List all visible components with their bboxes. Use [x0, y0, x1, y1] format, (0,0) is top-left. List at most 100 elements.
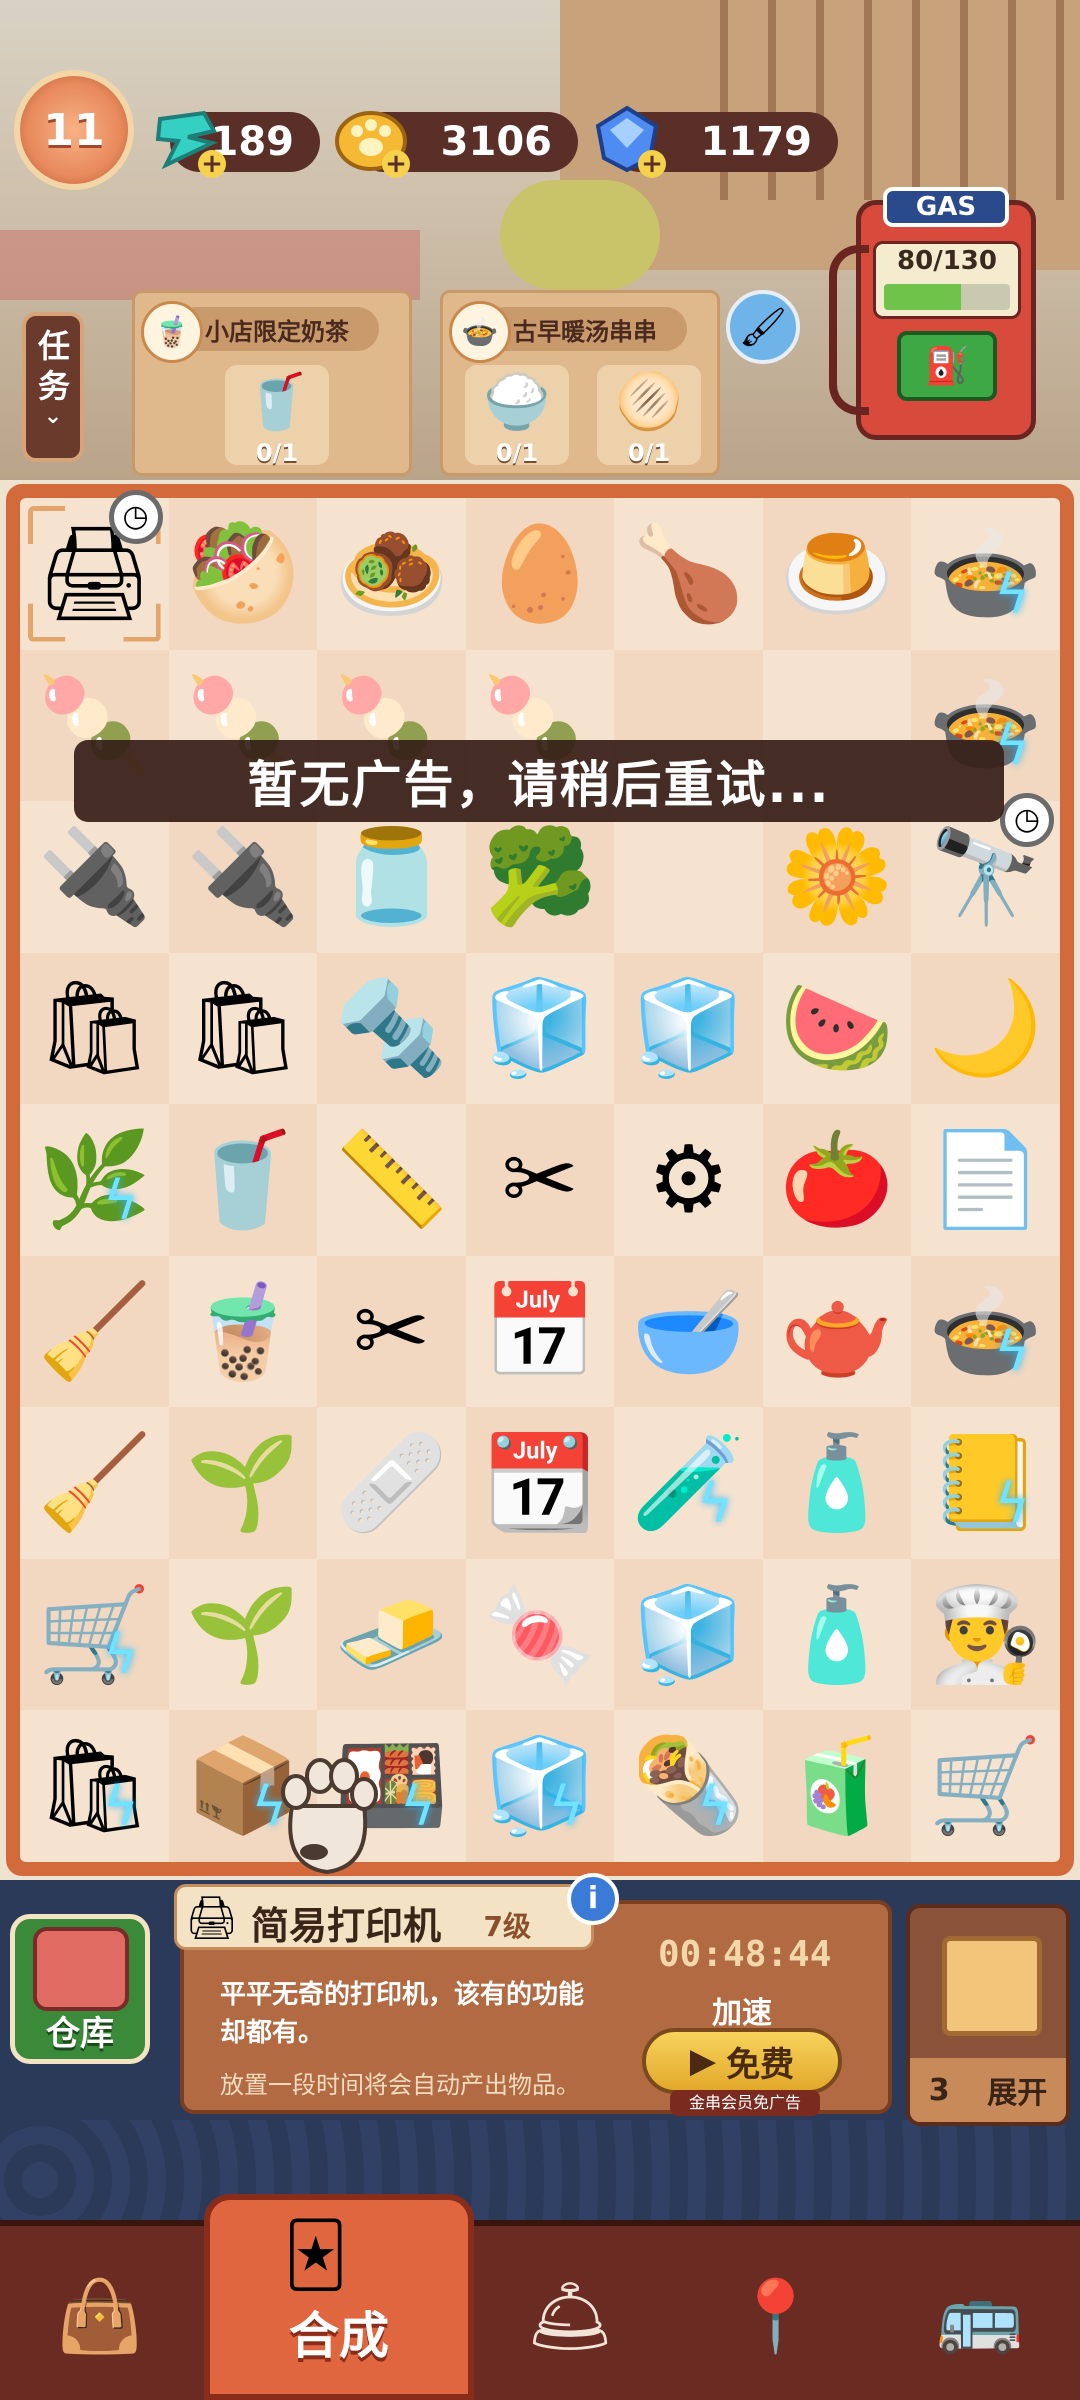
gas-pump[interactable]: GAS 80/130 ⛽	[829, 187, 1036, 440]
board-cell-seedling[interactable]: 🌱	[168, 1407, 318, 1559]
board-cell-notepad-bolt[interactable]: 📒 ϟ	[911, 1407, 1060, 1559]
board-cell-hotpot-bolt[interactable]: 🍲 ϟ	[911, 498, 1060, 650]
nav-merge[interactable]: 🃏 合成	[204, 2194, 474, 2400]
nav-bus[interactable]: 🚌	[920, 2256, 1040, 2376]
board-cell-bowl[interactable]: 🥣	[614, 1255, 763, 1408]
board-cell-gears[interactable]: ⚙	[614, 1104, 763, 1256]
board-cell-dustpan[interactable]: 🧹	[20, 1255, 169, 1408]
gem-plus-icon[interactable]: +	[638, 150, 666, 178]
board-cell-sprout[interactable]: 🌱	[169, 1559, 318, 1711]
board-cell-paper-scraps[interactable]: 📄	[911, 1104, 1060, 1256]
order-item[interactable]: 🍚 0/1	[465, 365, 569, 467]
energy-counter[interactable]: + 189	[155, 110, 320, 178]
board-cell-butter[interactable]: 🧈	[317, 1558, 466, 1711]
sugar-cube-icon: 🧊	[482, 974, 598, 1082]
board-cell-hand-truck[interactable]: 🛒	[911, 1710, 1060, 1862]
shopping-bag-icon: 👜	[56, 2274, 144, 2357]
board-cell-screw[interactable]: 🔩	[317, 952, 466, 1105]
board-cell-chef-hat[interactable]: 👨‍🍳	[911, 1558, 1060, 1711]
info-icon[interactable]: i	[567, 1873, 619, 1925]
board-cell-power-box[interactable]: 🔌	[168, 801, 318, 953]
free-speed-up-button[interactable]: ▶ 免费	[642, 2028, 842, 2094]
nav-restaurant[interactable]: 🛎	[510, 2256, 630, 2376]
board-cell-flower[interactable]: 🌼	[762, 801, 912, 953]
board-cell-watermelon[interactable]: 🍉	[763, 953, 912, 1105]
board-cell-hotpot-bolt[interactable]: 🍲 ϟ	[911, 1255, 1060, 1408]
sugar-pile-icon: 🧊	[631, 1580, 746, 1688]
board-cell-sugar-pile[interactable]: 🧊	[614, 1558, 763, 1711]
expand-label: 展开	[987, 2076, 1048, 2111]
board-cell-bubble-tea[interactable]: 🧋	[169, 1256, 318, 1408]
board-cell-scissors[interactable]: ✂	[317, 1255, 466, 1408]
board-cell-dustpan[interactable]: 🧹	[20, 1407, 169, 1559]
order-card-skewer-soup[interactable]: 古早暖汤串串 🍲 🍚 0/1 🫓 0/1	[440, 290, 720, 476]
board-cell-gum[interactable]: 🍬	[466, 1559, 615, 1711]
quest-tab-label: 任务	[38, 327, 71, 405]
board-cell-purple-drink[interactable]: 🥤	[168, 1104, 318, 1256]
board-cell-paper-bag[interactable]: 🛍	[20, 952, 169, 1105]
energy-plus-icon[interactable]: +	[198, 150, 226, 178]
board-cell-sugar-cube[interactable]: 🧊	[466, 953, 615, 1105]
board-cell-bottles[interactable]: 🧴	[763, 1559, 912, 1711]
coin-plus-icon[interactable]: +	[382, 150, 410, 178]
tape-measure-icon: 📏	[334, 1125, 449, 1233]
gas-refill-button[interactable]: ⛽	[897, 331, 997, 401]
board-cell-fridge-bolt[interactable]: 🧊 ϟ	[465, 1710, 615, 1862]
warehouse-button[interactable]: 仓库	[10, 1914, 150, 2064]
milk-tea-icon: 🧋	[141, 301, 203, 363]
chevron-down-icon: ⌄	[43, 404, 63, 429]
board-cell-moon[interactable]: 🌙	[911, 952, 1060, 1105]
board-cell-sugar-cubes[interactable]: 🧊	[614, 952, 763, 1105]
expand-button[interactable]: 3 展开	[906, 1904, 1070, 2126]
nav-map[interactable]: 📍	[716, 2256, 836, 2376]
board-cell-telescope[interactable]: 🔭 ◷	[911, 793, 1060, 953]
level-badge[interactable]: 11	[14, 70, 134, 190]
board-cell-broccoli[interactable]: 🥦	[465, 801, 615, 953]
coin-counter[interactable]: + 3106	[335, 111, 578, 178]
toast-herbs-icon: 🥙	[185, 519, 301, 627]
board-cell-plant-bolt[interactable]: 🌿 ϟ	[20, 1104, 169, 1256]
board-cell-calendars[interactable]: 📆	[465, 1407, 615, 1559]
board-cell-calendar[interactable]: 📅	[466, 1256, 615, 1408]
order-item-progress: 0/1	[627, 439, 671, 467]
moon-icon: 🌙	[928, 974, 1043, 1082]
board-cell-printer[interactable]: 🖨 ◷	[20, 490, 169, 650]
board-cell-roast-chicken[interactable]: 🍗	[614, 498, 763, 650]
board-cell-tape[interactable]: 🩹	[317, 1407, 466, 1559]
paint-roller-icon: 🖌	[738, 304, 788, 349]
board-cell-power-box[interactable]: 🔌	[20, 801, 169, 953]
board-cell-pudding-cups[interactable]: 🍮	[762, 498, 912, 650]
board-cell-toast-herbs[interactable]: 🥙	[168, 498, 318, 650]
order-card-milk-tea[interactable]: 小店限定奶茶 🧋 🥤 0/1	[132, 290, 412, 476]
paint-roller-button[interactable]: 🖌	[726, 290, 800, 364]
board-cell-cart-bolt[interactable]: 🛒 ϟ	[20, 1558, 169, 1711]
gem-counter[interactable]: + 1179	[595, 105, 838, 178]
board-cell-egg[interactable]: 🥚	[465, 498, 615, 650]
board-cell-cooler[interactable]: 🧃	[762, 1710, 912, 1862]
bush	[500, 180, 660, 290]
bottle-icon: 🧴	[779, 1429, 895, 1537]
board-cell-ink-bolt[interactable]: 🧪 ϟ	[614, 1407, 763, 1559]
merge-cards-icon: 🃏	[284, 2218, 348, 2291]
coin-value: 3106	[440, 119, 552, 165]
board-cell-ketchup[interactable]: 🍅	[762, 1104, 912, 1256]
board-cell-chili-jar[interactable]: 🫙	[317, 801, 466, 953]
board-cell-bag-bolt[interactable]: 🛍 ϟ	[20, 1710, 169, 1862]
board-cell-paper-bag[interactable]: 🛍	[169, 953, 318, 1105]
quest-tab[interactable]: 任务 ⌄	[22, 312, 84, 462]
item-description: 平平无奇的打印机，该有的功能却都有。	[220, 1980, 585, 2048]
flower-icon: 🌼	[779, 822, 895, 930]
board-cell-bottle[interactable]: 🧴	[762, 1407, 912, 1559]
board-cell-tape-measure[interactable]: 📏	[317, 1104, 466, 1256]
nav-shop-bag[interactable]: 👜	[40, 2256, 160, 2376]
board-cell-teapot[interactable]: 🫖	[763, 1256, 912, 1408]
order-item[interactable]: 🥤 0/1	[225, 365, 329, 467]
board-cell-rolls-bolt[interactable]: 🌯 ϟ	[614, 1710, 763, 1862]
board-cell-meatball[interactable]: 🧆	[317, 498, 466, 650]
order-item[interactable]: 🫓 0/1	[597, 365, 701, 467]
ketchup-icon: 🍅	[779, 1125, 895, 1233]
board-cell-empty[interactable]	[614, 801, 763, 953]
board-cell-cutter[interactable]: ✂	[465, 1104, 615, 1256]
seedling-icon: 🌱	[185, 1429, 301, 1537]
locked-bolt-icon: ϟ	[102, 1775, 139, 1838]
